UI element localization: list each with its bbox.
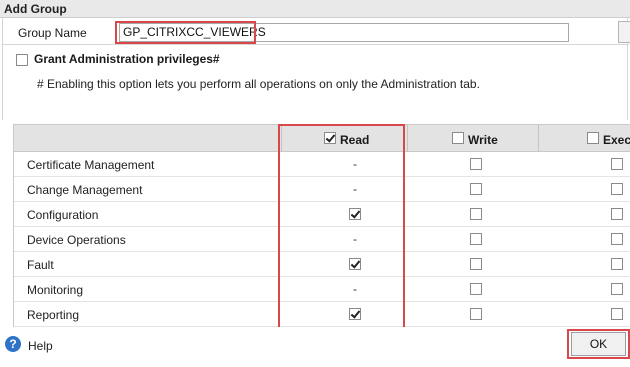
table-row: Change Management - — [14, 177, 630, 202]
ok-button[interactable]: OK — [571, 332, 626, 356]
table-row: Reporting — [14, 302, 630, 327]
write-checkbox[interactable] — [470, 158, 482, 170]
exec-checkbox[interactable] — [611, 208, 623, 220]
write-column-label: Write — [468, 133, 498, 147]
dialog-footer: ? Help OK — [0, 327, 630, 367]
row-label: Fault — [27, 258, 54, 272]
row-label: Reporting — [27, 308, 80, 322]
write-checkbox[interactable] — [470, 208, 482, 220]
read-unavailable: - — [353, 232, 357, 246]
table-row: Device Operations - — [14, 227, 630, 252]
dialog-title: Add Group — [4, 2, 67, 16]
row-label: Change Management — [27, 183, 143, 197]
row-label: Device Operations — [27, 233, 126, 247]
read-unavailable: - — [353, 282, 357, 296]
read-unavailable: - — [353, 157, 357, 171]
write-checkbox[interactable] — [470, 233, 482, 245]
read-checkbox[interactable] — [349, 308, 361, 320]
column-read[interactable]: Read — [281, 125, 407, 152]
exec-checkbox[interactable] — [611, 258, 623, 270]
help-link[interactable]: Help — [28, 339, 53, 353]
form-separator — [3, 44, 629, 45]
side-button[interactable] — [618, 21, 630, 43]
grant-admin-label: Grant Administration privileges# — [34, 52, 220, 66]
table-row: Fault — [14, 252, 630, 277]
read-column-label: Read — [340, 133, 370, 147]
permissions-table: Read Write Exec Certificate Management - C… — [13, 124, 630, 327]
read-checkbox[interactable] — [349, 208, 361, 220]
exec-column-label: Exec — [603, 133, 630, 147]
table-row: Configuration — [14, 202, 630, 227]
exec-checkbox[interactable] — [611, 308, 623, 320]
write-checkbox[interactable] — [470, 258, 482, 270]
read-checkbox[interactable] — [349, 258, 361, 270]
exec-checkbox[interactable] — [611, 183, 623, 195]
table-header: Read Write Exec — [14, 125, 630, 152]
exec-checkbox[interactable] — [611, 233, 623, 245]
grant-admin-row[interactable]: Grant Administration privileges# — [16, 52, 220, 68]
column-exec[interactable]: Exec — [538, 125, 630, 152]
help-circle-icon[interactable]: ? — [5, 336, 21, 352]
table-row: Monitoring - — [14, 277, 630, 302]
column-write[interactable]: Write — [407, 125, 538, 152]
read-all-checkbox[interactable] — [324, 132, 336, 144]
row-label: Monitoring — [27, 283, 84, 297]
exec-checkbox[interactable] — [611, 283, 623, 295]
dialog-titlebar: Add Group — [0, 0, 630, 18]
grant-note: # Enabling this option lets you perform … — [37, 77, 480, 91]
exec-checkbox[interactable] — [611, 158, 623, 170]
group-name-label: Group Name — [18, 26, 87, 40]
group-name-input[interactable]: GP_CITRIXCC_VIEWERS — [119, 23, 569, 42]
write-checkbox[interactable] — [470, 183, 482, 195]
exec-all-checkbox[interactable] — [587, 132, 599, 144]
table-row: Certificate Management - — [14, 152, 630, 177]
write-checkbox[interactable] — [470, 283, 482, 295]
row-label: Certificate Management — [27, 158, 155, 172]
write-checkbox[interactable] — [470, 308, 482, 320]
write-all-checkbox[interactable] — [452, 132, 464, 144]
row-label: Configuration — [27, 208, 99, 222]
grant-admin-checkbox[interactable] — [16, 53, 28, 66]
read-unavailable: - — [353, 182, 357, 196]
